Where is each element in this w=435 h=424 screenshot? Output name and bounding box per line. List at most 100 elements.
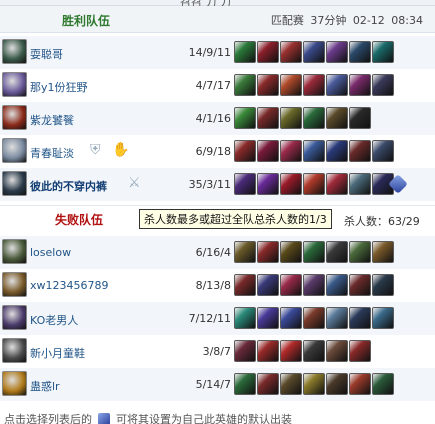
item-icon[interactable]: [280, 373, 302, 395]
hand-badge-icon: ✋: [112, 142, 130, 158]
item-icon[interactable]: [349, 340, 371, 362]
champion-avatar-icon[interactable]: [2, 72, 27, 97]
item-icon[interactable]: [303, 140, 325, 162]
item-icon[interactable]: [326, 307, 348, 329]
player-name-link[interactable]: KO老男人: [30, 312, 78, 328]
item-icon[interactable]: [234, 140, 256, 162]
champion-avatar-icon[interactable]: [2, 105, 27, 130]
item-icon[interactable]: [234, 173, 256, 195]
player-name-link[interactable]: xw123456789: [30, 279, 109, 292]
item-icon[interactable]: [234, 41, 256, 63]
item-icon[interactable]: [303, 241, 325, 263]
item-icon[interactable]: [303, 74, 325, 96]
item-icon[interactable]: [280, 307, 302, 329]
item-icon[interactable]: [234, 340, 256, 362]
item-icon[interactable]: [326, 41, 348, 63]
item-icon[interactable]: [257, 173, 279, 195]
item-icon[interactable]: [372, 41, 394, 63]
item-icon[interactable]: [372, 373, 394, 395]
kill-tooltip: 杀人数最多或超过全队总杀人数的1/3: [139, 209, 332, 229]
item-build: [234, 241, 394, 263]
item-icon[interactable]: [257, 373, 279, 395]
match-duration: 37分钟: [310, 14, 347, 27]
item-icon[interactable]: [326, 241, 348, 263]
item-icon[interactable]: [257, 140, 279, 162]
item-icon[interactable]: [234, 373, 256, 395]
item-icon[interactable]: [257, 340, 279, 362]
item-icon[interactable]: [349, 274, 371, 296]
champion-avatar-icon[interactable]: [2, 338, 27, 363]
item-icon[interactable]: [349, 74, 371, 96]
item-icon[interactable]: [349, 173, 371, 195]
player-name-link[interactable]: 蛊惑lr: [30, 378, 60, 394]
player-row: 那y1份狂野 4/7/17: [0, 69, 435, 102]
champion-avatar-icon[interactable]: [2, 171, 27, 196]
item-icon[interactable]: [280, 74, 302, 96]
item-icon[interactable]: [257, 274, 279, 296]
item-icon[interactable]: [234, 107, 256, 129]
build-icon: [98, 413, 110, 424]
player-kda: 14/9/11: [188, 46, 231, 59]
item-icon[interactable]: [257, 41, 279, 63]
item-icon[interactable]: [280, 107, 302, 129]
item-icon[interactable]: [349, 140, 371, 162]
player-name-link[interactable]: 那y1份狂野: [30, 79, 88, 95]
footer-text-after: 可将其设置为自己此英雄的默认出装: [116, 413, 292, 424]
item-icon[interactable]: [234, 74, 256, 96]
item-icon[interactable]: [257, 74, 279, 96]
item-icon[interactable]: [303, 274, 325, 296]
item-icon[interactable]: [234, 241, 256, 263]
item-icon[interactable]: [326, 173, 348, 195]
item-icon[interactable]: [326, 274, 348, 296]
item-icon[interactable]: [303, 307, 325, 329]
item-icon[interactable]: [372, 241, 394, 263]
item-icon[interactable]: [349, 307, 371, 329]
item-icon[interactable]: [234, 307, 256, 329]
item-icon[interactable]: [280, 41, 302, 63]
item-icon[interactable]: [257, 107, 279, 129]
item-icon[interactable]: [326, 140, 348, 162]
player-kda: 7/12/11: [188, 312, 231, 325]
champion-avatar-icon[interactable]: [2, 305, 27, 330]
item-icon[interactable]: [280, 241, 302, 263]
item-icon[interactable]: [303, 107, 325, 129]
item-icon[interactable]: [372, 307, 394, 329]
item-icon[interactable]: [280, 140, 302, 162]
item-icon[interactable]: [326, 340, 348, 362]
item-icon[interactable]: [326, 74, 348, 96]
item-icon[interactable]: [349, 373, 371, 395]
champion-avatar-icon[interactable]: [2, 272, 27, 297]
item-icon[interactable]: [349, 41, 371, 63]
player-name-link[interactable]: 彼此的不穿内裤: [30, 178, 107, 194]
footer-text-before: 点击选择列表后的: [4, 413, 92, 424]
champion-avatar-icon[interactable]: [2, 239, 27, 264]
item-icon[interactable]: [303, 340, 325, 362]
item-icon[interactable]: [257, 307, 279, 329]
player-name-link[interactable]: 新小月童鞋: [30, 345, 85, 361]
item-icon[interactable]: [349, 107, 371, 129]
item-build: [234, 307, 394, 329]
champion-avatar-icon[interactable]: [2, 371, 27, 396]
item-icon[interactable]: [280, 340, 302, 362]
item-icon[interactable]: [349, 241, 371, 263]
player-name-link[interactable]: 紫龙饕餮: [30, 112, 74, 128]
item-icon[interactable]: [234, 274, 256, 296]
player-name-link[interactable]: 青春耻淡: [30, 145, 74, 161]
item-icon[interactable]: [280, 173, 302, 195]
champion-avatar-icon[interactable]: [2, 138, 27, 163]
item-icon[interactable]: [326, 373, 348, 395]
player-name-link[interactable]: 耍聪哥: [30, 46, 63, 62]
item-icon[interactable]: [372, 274, 394, 296]
item-icon[interactable]: [280, 274, 302, 296]
player-row: 紫龙饕餮 4/1/16: [0, 102, 435, 135]
item-icon[interactable]: [303, 173, 325, 195]
item-icon[interactable]: [303, 41, 325, 63]
item-build: [234, 107, 371, 129]
item-icon[interactable]: [303, 373, 325, 395]
champion-avatar-icon[interactable]: [2, 39, 27, 64]
item-icon[interactable]: [372, 140, 394, 162]
item-icon[interactable]: [257, 241, 279, 263]
item-icon[interactable]: [326, 107, 348, 129]
item-icon[interactable]: [372, 74, 394, 96]
player-name-link[interactable]: loselow: [30, 246, 71, 259]
